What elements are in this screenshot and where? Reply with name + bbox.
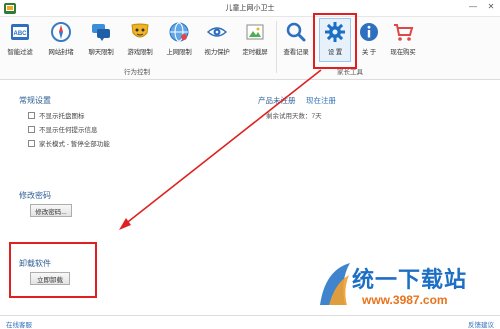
feedback-link[interactable]: 反馈建议 (468, 319, 494, 329)
footer-bar: 在线客服 反馈建议 (0, 315, 500, 329)
watermark-text: 统一下载站 (352, 268, 468, 293)
watermark-url: www.3987.com (362, 293, 448, 307)
online-support-link[interactable]: 在线客服 (6, 319, 32, 329)
